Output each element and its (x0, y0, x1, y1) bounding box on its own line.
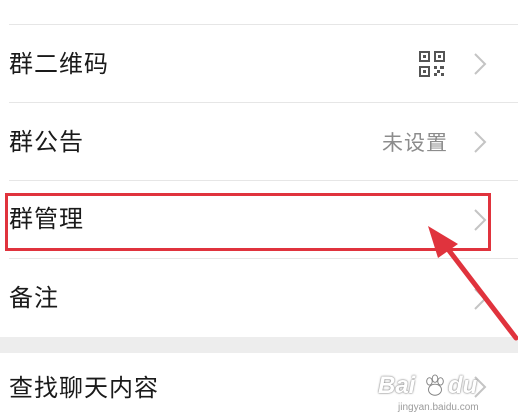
row-search-chat-history-label: 查找聊天内容 (9, 374, 159, 402)
baidu-watermark: Bai du jingyan.baidu.com (378, 372, 508, 416)
row-group-qr-code-label: 群二维码 (9, 50, 109, 78)
chevron-right-icon (474, 131, 487, 153)
right-edge (518, 0, 526, 419)
qr-code-icon (419, 51, 445, 77)
row-group-qr-code[interactable]: 群二维码 (0, 25, 526, 102)
chevron-right-icon (474, 288, 487, 310)
annotation-highlight-box (5, 193, 491, 251)
chevron-right-icon (474, 53, 487, 75)
row-group-announcement[interactable]: 群公告 未设置 (0, 103, 526, 180)
watermark-brand: Bai (378, 372, 416, 399)
row-group-announcement-label: 群公告 (9, 128, 84, 156)
watermark-subtitle: jingyan.baidu.com (398, 402, 479, 413)
section-gap (0, 337, 526, 353)
row-remark[interactable]: 备注 (0, 259, 526, 337)
baidu-paw-logo (426, 374, 444, 396)
row-remark-label: 备注 (9, 284, 59, 312)
watermark-brand-tail: du (448, 372, 478, 399)
row-group-announcement-value: 未设置 (382, 131, 448, 155)
